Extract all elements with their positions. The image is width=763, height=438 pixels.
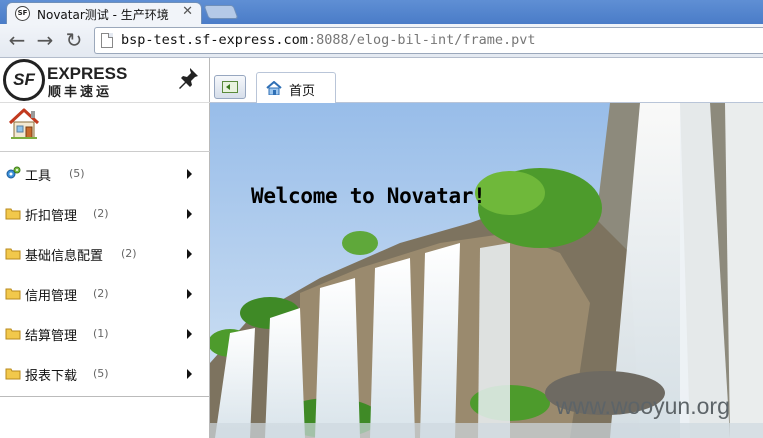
sidebar-item-reports[interactable]: 报表下载 (5) [0,354,210,394]
sidebar-item-settlement[interactable]: 结算管理 (1) [0,314,210,354]
new-tab-button[interactable] [203,5,239,19]
sidebar-item-count: (2) [93,207,109,220]
waterfall-background [210,103,763,438]
url-host: bsp-test.sf-express.com [121,32,308,48]
sidebar-item-count: (5) [93,367,109,380]
home-icon[interactable] [7,107,41,141]
browser-tab[interactable]: SF Novatar测试 - 生产环境 ✕ [6,2,202,24]
sidebar-item-label: 信用管理 [25,289,78,304]
welcome-message: Welcome to Novatar! [251,184,486,208]
pin-icon[interactable] [176,66,200,90]
chevron-right-icon [187,169,192,179]
sf-logo-mark: SF [3,59,45,101]
address-url[interactable]: bsp-test.sf-express.com:8088/elog-bil-in… [121,32,536,48]
tab-home[interactable]: 首页 [256,72,336,104]
tab-home-label: 首页 [289,84,316,99]
logo-area: SF EXPRESS 顺丰速运 [0,58,210,103]
url-path: :8088/elog-bil-int/frame.pvt [307,32,536,48]
reload-icon[interactable]: ↻ [63,29,85,51]
sidebar-item-count: (2) [93,287,109,300]
chevron-right-icon [187,329,192,339]
folder-icon [5,288,21,300]
folder-icon [5,328,21,340]
sidebar-menu: 工具 (5) 折扣管理 (2) 基础信息配置 (2) 信用管理 (2) 结算管理… [0,154,210,394]
home-area [0,104,210,152]
folder-icon [5,248,21,260]
sidebar-item-discount[interactable]: 折扣管理 (2) [0,194,210,234]
folder-icon [5,208,21,220]
sidebar-item-label: 结算管理 [25,329,78,344]
address-bar[interactable]: bsp-test.sf-express.com:8088/elog-bil-in… [94,27,763,54]
chevron-right-icon [187,209,192,219]
chevron-right-icon [187,249,192,259]
sidebar-item-basic-config[interactable]: 基础信息配置 (2) [0,234,210,274]
logo-chinese: 顺丰速运 [48,85,113,100]
browser-tab-title: Novatar测试 - 生产环境 [37,8,169,22]
sidebar-item-label: 基础信息配置 [25,249,104,264]
folder-icon [5,368,21,380]
content-tab-bar: 首页 [210,58,763,104]
tab-close-icon[interactable]: ✕ [182,4,193,19]
browser-toolbar: ← → ↻ bsp-test.sf-express.com:8088/elog-… [0,24,763,58]
forward-icon[interactable]: → [34,29,56,51]
page-icon [101,33,113,48]
main-content: 首页 Welcome to Novatar! www.wooyun.org [210,58,763,438]
app-frame: SF EXPRESS 顺丰速运 工具 (5) 折扣管理 (2) 基础信息配置 (… [0,58,763,438]
sidebar-item-count: (2) [121,247,137,260]
home-tab-icon [266,81,282,95]
sf-favicon-icon: SF [15,6,30,21]
sidebar-item-count: (5) [69,167,85,180]
sidebar: SF EXPRESS 顺丰速运 工具 (5) 折扣管理 (2) 基础信息配置 (… [0,58,210,438]
sidebar-item-tools[interactable]: 工具 (5) [0,154,210,194]
chevron-right-icon [187,369,192,379]
sidebar-divider [0,396,210,397]
sidebar-toggle-button[interactable] [214,75,246,99]
sidebar-item-label: 工具 [25,169,52,184]
watermark-text: www.wooyun.org [556,393,730,419]
chevron-right-icon [187,289,192,299]
collapse-icon [222,81,238,93]
sidebar-item-count: (1) [93,327,109,340]
sidebar-item-label: 报表下载 [25,369,78,384]
back-icon[interactable]: ← [6,29,28,51]
browser-tab-bar: SF Novatar测试 - 生产环境 ✕ [0,0,763,24]
tools-icon [6,166,21,179]
welcome-banner-image: Welcome to Novatar! www.wooyun.org [210,103,763,438]
sidebar-item-credit[interactable]: 信用管理 (2) [0,274,210,314]
sidebar-item-label: 折扣管理 [25,209,78,224]
